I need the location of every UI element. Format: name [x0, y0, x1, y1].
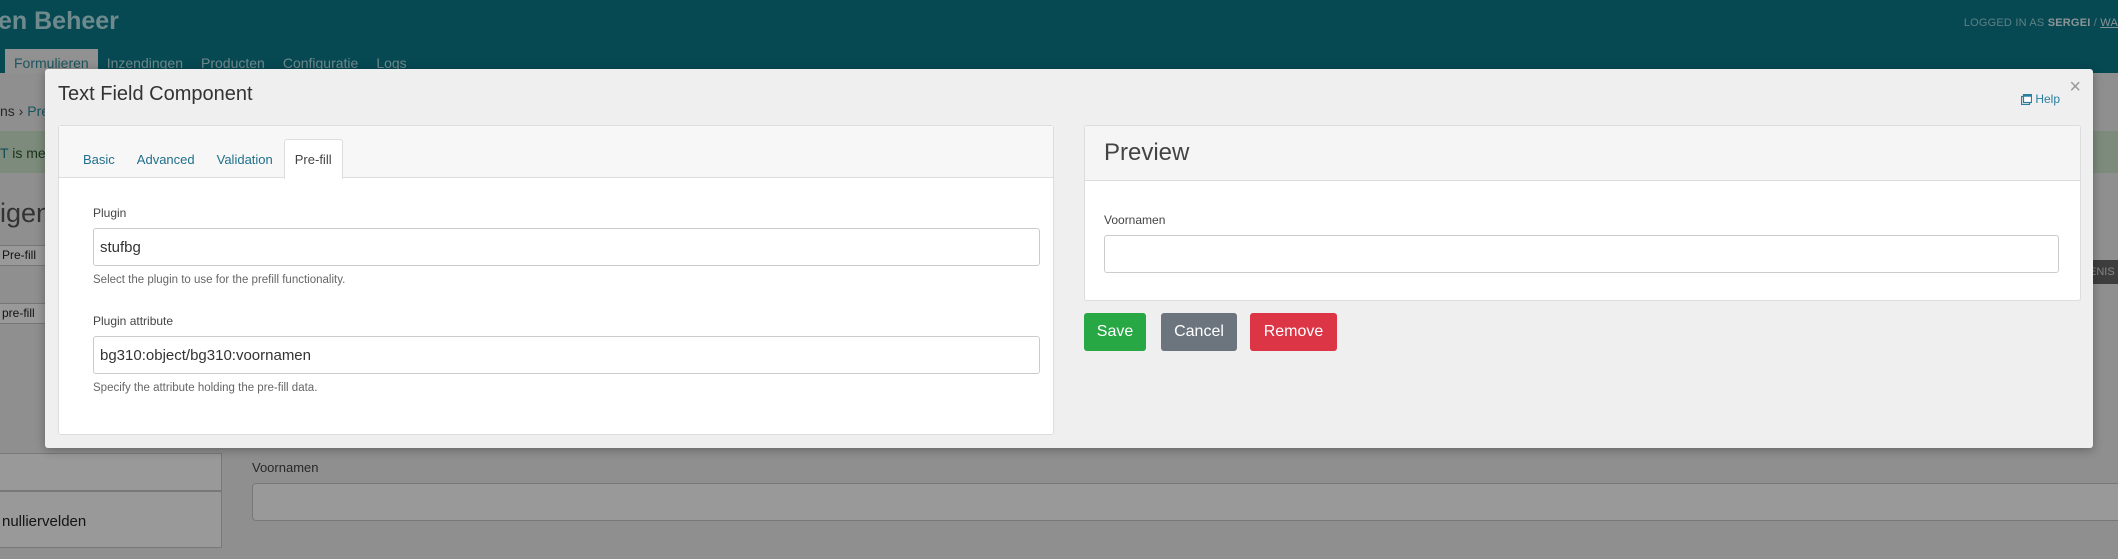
- tab-advanced[interactable]: Advanced: [126, 139, 206, 179]
- plugin-attribute-input[interactable]: [93, 336, 1040, 374]
- preview-panel: Preview Voornamen: [1084, 125, 2081, 301]
- plugin-attribute-label: Plugin attribute: [93, 314, 174, 328]
- preview-header: Preview: [1085, 126, 2080, 181]
- preview-field-label: Voornamen: [1104, 213, 1166, 227]
- cancel-button[interactable]: Cancel: [1161, 313, 1237, 351]
- help-icon: [2021, 93, 2033, 105]
- tab-validation[interactable]: Validation: [206, 139, 284, 179]
- plugin-help-text: Select the plugin to use for the prefill…: [93, 274, 346, 286]
- help-label: Help: [2035, 92, 2060, 106]
- plugin-label: Plugin: [93, 206, 127, 220]
- remove-button[interactable]: Remove: [1250, 313, 1337, 351]
- tabs: Basic Advanced Validation Pre-fill: [72, 139, 343, 179]
- tab-bar: Basic Advanced Validation Pre-fill: [59, 126, 1053, 179]
- plugin-input[interactable]: [93, 228, 1040, 266]
- plugin-attribute-help-text: Specify the attribute holding the pre-fi…: [93, 382, 318, 394]
- tab-pre-fill[interactable]: Pre-fill: [283, 139, 343, 179]
- close-icon[interactable]: ×: [2069, 77, 2081, 97]
- tab-basic[interactable]: Basic: [72, 139, 126, 179]
- component-edit-modal: Text Field Component × Help Basic Advanc…: [45, 69, 2093, 448]
- save-button[interactable]: Save: [1084, 313, 1146, 351]
- help-link[interactable]: Help: [2021, 92, 2060, 106]
- preview-title: Preview: [1104, 139, 1190, 166]
- form-panel: Basic Advanced Validation Pre-fill Plugi…: [58, 125, 1054, 435]
- preview-voornamen-input[interactable]: [1104, 235, 2059, 273]
- modal-title: Text Field Component: [58, 83, 253, 105]
